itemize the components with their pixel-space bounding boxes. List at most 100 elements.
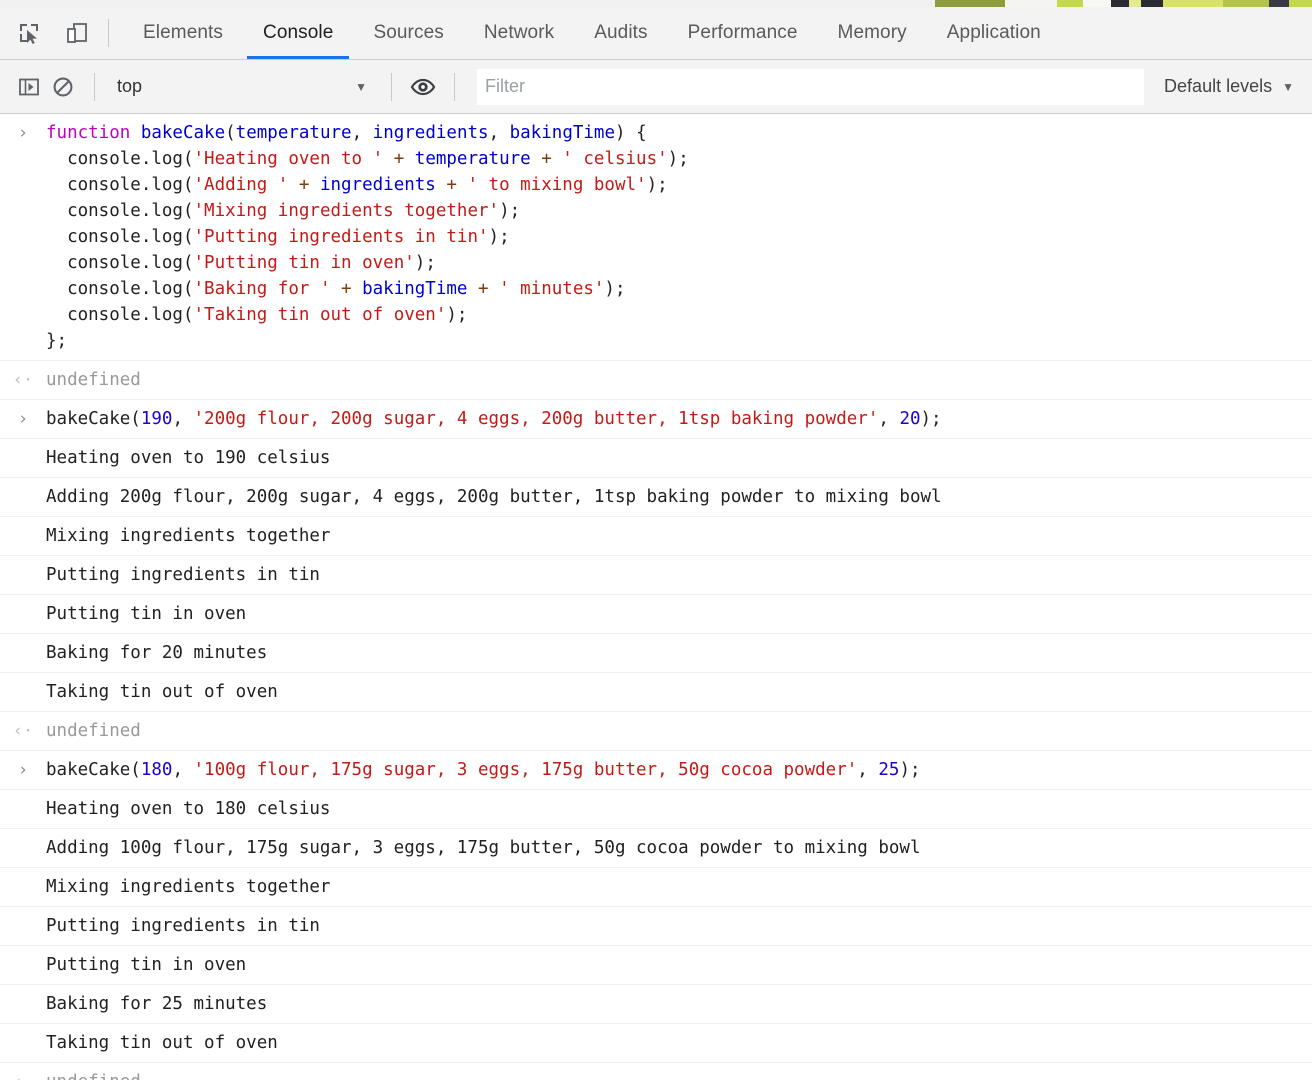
- console-log-text: Heating oven to 180 celsius: [46, 799, 331, 819]
- result-arrow-icon: ‹·: [12, 370, 34, 390]
- sliver-band-3: [1057, 0, 1083, 7]
- console-log-text: Putting tin in oven: [46, 955, 247, 975]
- tab-network-label: Network: [483, 22, 555, 43]
- console-log-row[interactable]: Taking tin out of oven: [0, 673, 1312, 712]
- code-token-str: 'Putting tin in oven': [193, 253, 415, 273]
- console-log-text: Putting ingredients in tin: [46, 916, 320, 936]
- filter-input[interactable]: [477, 68, 1145, 105]
- tab-network[interactable]: Network: [464, 7, 574, 59]
- console-log-row[interactable]: Mixing ingredients together: [0, 517, 1312, 556]
- console-log-row[interactable]: Putting tin in oven: [0, 595, 1312, 634]
- tab-console[interactable]: Console: [243, 7, 353, 59]
- console-log-row[interactable]: Adding 200g flour, 200g sugar, 4 eggs, 2…: [0, 478, 1312, 517]
- code-token-pl: );: [499, 201, 521, 221]
- console-message-list[interactable]: › function bakeCake(temperature, ingredie…: [0, 114, 1312, 1080]
- console-log-text: Putting ingredients in tin: [46, 565, 320, 585]
- tabbar-divider: [108, 19, 109, 47]
- code-token-op: +: [288, 175, 320, 195]
- console-log-text: Adding 200g flour, 200g sugar, 4 eggs, 2…: [46, 487, 942, 507]
- code-token-pl: );: [488, 227, 510, 247]
- code-token-pl: bakeCake(: [46, 760, 141, 780]
- console-log-row[interactable]: Putting ingredients in tin: [0, 556, 1312, 595]
- device-toolbar-icon[interactable]: [62, 18, 92, 48]
- code-token-pl: ,: [172, 409, 194, 429]
- console-input-text: bakeCake(180, '100g flour, 175g sugar, 3…: [46, 757, 1312, 783]
- console-input-row[interactable]: › bakeCake(180, '100g flour, 175g sugar, …: [0, 751, 1312, 790]
- console-result-row[interactable]: ‹· undefined: [0, 361, 1312, 400]
- toolbar-divider-3: [454, 72, 455, 101]
- console-log-row[interactable]: Baking for 20 minutes: [0, 634, 1312, 673]
- code-token-str: ' minutes': [499, 279, 605, 299]
- code-token-id: bakingTime: [509, 123, 615, 143]
- input-prompt-icon: ›: [17, 760, 29, 780]
- toolbar-divider-1: [94, 72, 95, 101]
- code-token-pl: );: [604, 279, 626, 299]
- console-log-row[interactable]: Taking tin out of oven: [0, 1024, 1312, 1063]
- console-result-row[interactable]: ‹·undefined: [0, 1063, 1312, 1080]
- console-input-row[interactable]: › function bakeCake(temperature, ingredie…: [0, 114, 1312, 361]
- tab-memory-label: Memory: [837, 22, 907, 43]
- console-log-text: Adding 100g flour, 175g sugar, 3 eggs, 1…: [46, 838, 921, 858]
- console-log-text: Taking tin out of oven: [46, 1033, 278, 1053]
- console-log-row[interactable]: Heating oven to 190 celsius: [0, 439, 1312, 478]
- code-token-pl: console.log(: [46, 201, 194, 221]
- result-arrow-icon: ‹·: [12, 721, 34, 741]
- execution-context-selector[interactable]: top ▼: [109, 70, 377, 104]
- tab-memory[interactable]: Memory: [818, 7, 927, 59]
- code-token-pl: );: [667, 149, 689, 169]
- tab-sources[interactable]: Sources: [353, 7, 463, 59]
- input-prompt-icon: ›: [17, 409, 29, 429]
- console-log-row[interactable]: Heating oven to 180 celsius: [0, 790, 1312, 829]
- console-result-row[interactable]: ‹·undefined: [0, 712, 1312, 751]
- code-token-id: temperature: [235, 123, 352, 143]
- tab-performance-label: Performance: [687, 22, 798, 43]
- input-prompt-icon: ›: [17, 123, 29, 143]
- code-token-id: ingredients: [319, 175, 436, 195]
- sliver-band-2: [1005, 0, 1057, 7]
- code-token-str: 'Heating oven to ': [193, 149, 384, 169]
- code-token-num: 180: [140, 760, 173, 780]
- code-token-id: temperature: [414, 149, 531, 169]
- console-log-row[interactable]: Putting tin in oven: [0, 946, 1312, 985]
- console-log-text: Mixing ingredients together: [46, 526, 331, 546]
- code-token-id: bakeCake: [140, 123, 226, 143]
- code-token-id: ingredients: [372, 123, 489, 143]
- code-token-pl: console.log(: [46, 227, 194, 247]
- inspect-element-icon[interactable]: [14, 18, 44, 48]
- tab-application[interactable]: Application: [927, 7, 1061, 59]
- console-result-text: undefined: [46, 370, 141, 390]
- console-log-row[interactable]: Baking for 25 minutes: [0, 985, 1312, 1024]
- code-token-pl: );: [446, 305, 468, 325]
- tab-elements[interactable]: Elements: [123, 7, 243, 59]
- code-token-pl: ,: [351, 123, 373, 143]
- log-levels-label: Default levels: [1164, 76, 1273, 96]
- sliver-band-1: [935, 0, 1005, 7]
- console-log-row[interactable]: Mixing ingredients together: [0, 868, 1312, 907]
- code-token-pl: console.log(: [46, 149, 194, 169]
- code-token-pl: );: [646, 175, 668, 195]
- code-token-pl: ) {: [615, 123, 647, 143]
- console-input-row[interactable]: › bakeCake(190, '200g flour, 200g sugar, …: [0, 400, 1312, 439]
- code-token-str: '200g flour, 200g sugar, 4 eggs, 200g bu…: [193, 409, 879, 429]
- toolbar-divider-2: [391, 72, 392, 101]
- devtools-tool-icons: [0, 7, 92, 59]
- chevron-down-icon-levels: ▼: [1282, 79, 1294, 94]
- tab-audits-label: Audits: [594, 22, 648, 43]
- tab-performance[interactable]: Performance: [668, 7, 818, 59]
- console-input-text: bakeCake(190, '200g flour, 200g sugar, 4…: [46, 406, 1312, 432]
- code-token-op: +: [435, 175, 468, 195]
- tab-sources-label: Sources: [373, 22, 444, 43]
- console-log-row[interactable]: Putting ingredients in tin: [0, 907, 1312, 946]
- code-token-str: 'Adding ': [193, 175, 289, 195]
- tab-audits[interactable]: Audits: [574, 7, 667, 59]
- console-sidebar-icon[interactable]: [12, 70, 46, 104]
- console-log-row[interactable]: Adding 100g flour, 175g sugar, 3 eggs, 1…: [0, 829, 1312, 868]
- code-token-num: 25: [878, 760, 900, 780]
- clear-console-icon[interactable]: [46, 70, 80, 104]
- code-token-str: ' to mixing bowl': [467, 175, 647, 195]
- code-token-str: '100g flour, 175g sugar, 3 eggs, 175g bu…: [193, 760, 858, 780]
- log-levels-dropdown[interactable]: Default levels ▼: [1150, 76, 1312, 97]
- console-log-text: Heating oven to 190 celsius: [46, 448, 331, 468]
- create-live-expression-icon[interactable]: [406, 70, 440, 104]
- code-token-str: 'Baking for ': [193, 279, 331, 299]
